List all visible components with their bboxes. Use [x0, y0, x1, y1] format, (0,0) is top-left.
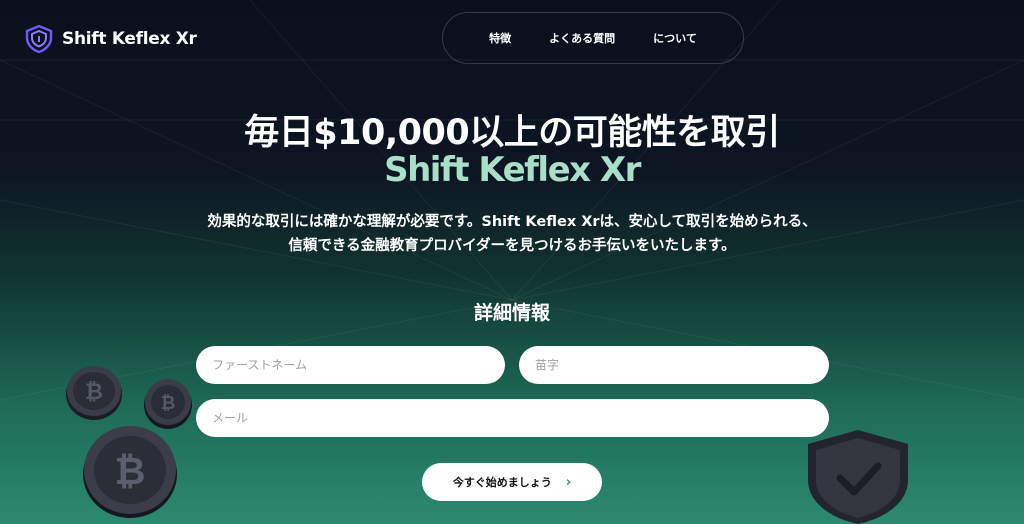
shield-check-icon — [808, 430, 908, 524]
nav-item-features[interactable]: 特徴 — [489, 30, 511, 46]
brand-name: Shift Keflex Xr — [62, 29, 197, 49]
brand-logo[interactable]: Shift Keflex Xr — [24, 24, 197, 54]
hero-title: 毎日$10,000以上の可能性を取引 — [244, 113, 780, 153]
site-header: Shift Keflex Xr 特徴 よくある質問 について — [0, 0, 1024, 78]
first-name-input[interactable] — [196, 346, 505, 384]
bitcoin-coin-icon: ₿ — [66, 366, 122, 420]
svg-text:₿: ₿ — [161, 393, 176, 414]
hero-description-line-1: 効果的な取引には確かな理解が必要です。Shift Keflex Xrは、安心して… — [207, 214, 817, 230]
start-now-label: 今すぐ始めましょう — [452, 476, 552, 489]
hero-description-line-2: 信頼できる金融教育プロバイダーを見つけるお手伝いをいたします。 — [288, 238, 736, 254]
bitcoin-coin-icon: ₿ — [83, 426, 177, 518]
start-now-button[interactable]: 今すぐ始めましょう › — [422, 463, 602, 501]
shield-logo-icon — [25, 24, 53, 54]
nav-item-about[interactable]: について — [653, 30, 697, 46]
email-input[interactable] — [196, 399, 829, 437]
nav-item-faq[interactable]: よくある質問 — [549, 30, 615, 46]
last-name-input[interactable] — [519, 346, 829, 384]
svg-text:₿: ₿ — [115, 449, 146, 493]
chevron-right-icon: › — [565, 474, 572, 490]
svg-text:₿: ₿ — [85, 380, 103, 405]
form-title: 詳細情報 — [473, 302, 550, 324]
hero-brand: Shift Keflex Xr — [384, 150, 641, 190]
hero-description: 効果的な取引には確かな理解が必要です。Shift Keflex Xrは、安心して… — [0, 210, 1024, 258]
main-nav: 特徴 よくある質問 について — [442, 12, 744, 64]
